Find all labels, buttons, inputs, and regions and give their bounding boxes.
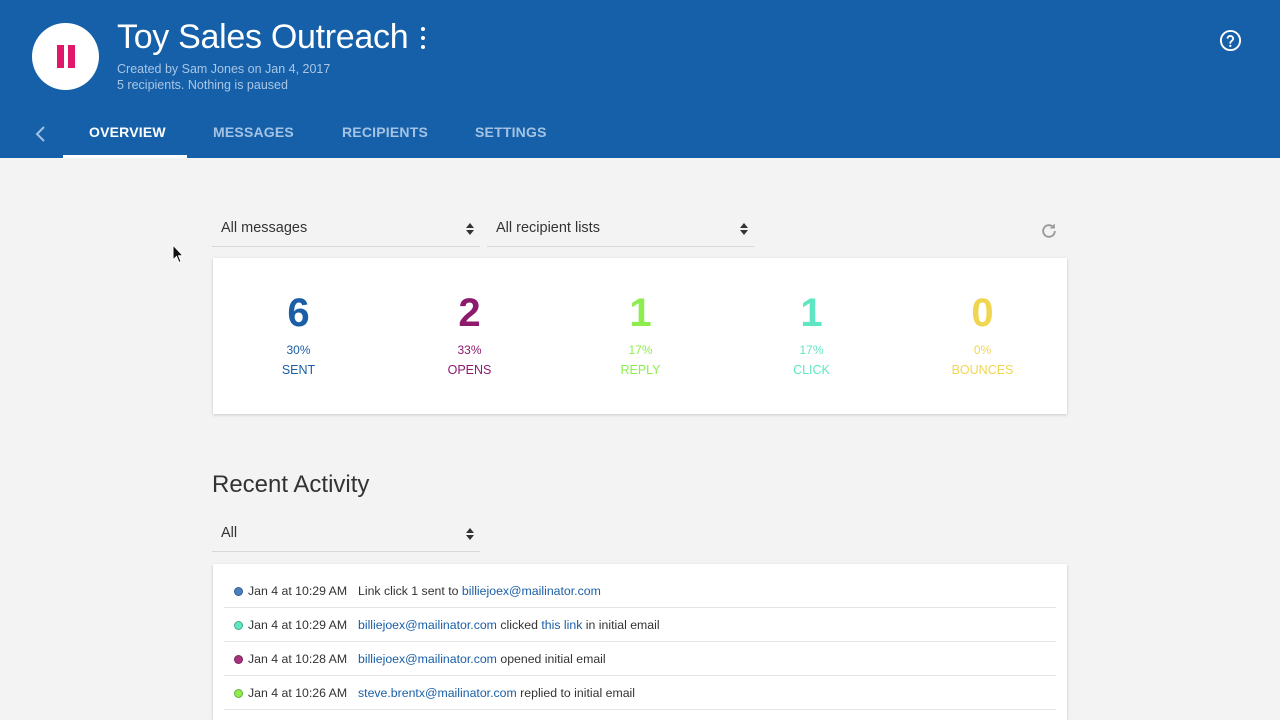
campaign-title: Toy Sales Outreach [117,18,409,56]
recipient-lists-filter-select[interactable]: All recipient lists [487,213,754,247]
activity-filter-select[interactable]: All [212,518,480,552]
messages-filter-value: All messages [221,220,308,236]
activity-text: Link click 1 sent to [358,584,462,598]
stat-percent: 33% [457,343,482,357]
stat-value: 0 [971,291,994,335]
recipient-lists-filter-value: All recipient lists [496,220,600,236]
activity-time: Jan 4 at 10:29 AM [248,618,348,632]
activity-row: Jan 4 at 10:29 AM Link click 1 sent to b… [224,574,1056,608]
recipient-email-link[interactable]: steve.brentx@mailinator.com [358,686,517,700]
pause-campaign-button[interactable] [32,23,99,90]
select-arrows-icon [466,528,474,542]
activity-description: billiejoex@mailinator.com opened initial… [358,652,606,666]
select-arrows-icon [466,223,474,237]
pause-icon-bar [68,45,75,68]
activity-row: Jan 4 at 10:29 AM billiejoex@mailinator.… [224,608,1056,642]
pause-icon [57,45,64,68]
refresh-icon[interactable] [1039,221,1059,241]
recent-activity-title: Recent Activity [212,471,370,498]
recipient-email-link[interactable]: billiejoex@mailinator.com [358,618,497,632]
activity-row: Jan 4 at 10:26 AM steve.brentx@mailinato… [224,676,1056,710]
more-options-icon[interactable] [417,27,429,49]
activity-description: Link click 1 sent to billiejoex@mailinat… [358,584,601,598]
help-icon[interactable] [1219,29,1242,52]
stat-percent: 30% [286,343,311,357]
status-dot-icon [234,689,243,698]
activity-row: Jan 4 at 10:28 AM billiejoex@mailinator.… [224,642,1056,676]
stat-value: 1 [800,291,823,335]
recipient-email-link[interactable]: billiejoex@mailinator.com [462,584,601,598]
activity-description: steve.brentx@mailinator.com replied to i… [358,686,635,700]
stats-summary-card: 6 30% SENT 2 33% OPENS 1 17% REPLY 1 17%… [213,258,1067,414]
activity-filter-value: All [221,525,238,541]
active-tab-indicator [63,155,187,158]
clicked-link[interactable]: this link [541,618,582,632]
stat-value: 1 [629,291,652,335]
activity-list: Jan 4 at 10:29 AM Link click 1 sent to b… [213,564,1067,720]
stat-value: 2 [458,291,481,335]
status-dot-icon [234,621,243,630]
activity-time: Jan 4 at 10:28 AM [248,652,348,666]
activity-text: clicked [496,618,542,632]
mouse-cursor-icon [172,244,184,264]
status-dot-icon [234,655,243,664]
recipient-email-link[interactable]: billiejoex@mailinator.com [358,652,497,666]
tab-overview[interactable]: OVERVIEW [89,124,166,140]
activity-time: Jan 4 at 10:29 AM [248,584,348,598]
messages-filter-select[interactable]: All messages [212,213,480,247]
stat-percent: 17% [628,343,653,357]
back-chevron-icon[interactable] [32,124,50,144]
stat-label: SENT [281,363,316,377]
status-dot-icon [234,587,243,596]
stat-label: CLICK [793,363,830,377]
recipients-status-text: 5 recipients. Nothing is paused [117,78,288,92]
tab-recipients[interactable]: RECIPIENTS [342,124,428,140]
activity-text: opened initial email [496,652,606,666]
tab-messages[interactable]: MESSAGES [213,124,294,140]
campaign-header: Toy Sales Outreach Created by Sam Jones … [0,0,1280,158]
stat-percent: 0% [973,343,992,357]
activity-time: Jan 4 at 10:26 AM [248,686,348,700]
activity-description: billiejoex@mailinator.com clicked this l… [358,618,660,632]
stat-label: REPLY [620,363,661,377]
stat-label: BOUNCES [951,363,1014,377]
created-by-text: Created by Sam Jones on Jan 4, 2017 [117,62,331,76]
stat-value: 6 [287,291,310,335]
tab-settings[interactable]: SETTINGS [475,124,547,140]
select-arrows-icon [740,223,748,237]
stat-percent: 17% [799,343,824,357]
stat-label: OPENS [447,363,492,377]
activity-text: replied to initial email [516,686,635,700]
activity-text: in initial email [582,618,660,632]
